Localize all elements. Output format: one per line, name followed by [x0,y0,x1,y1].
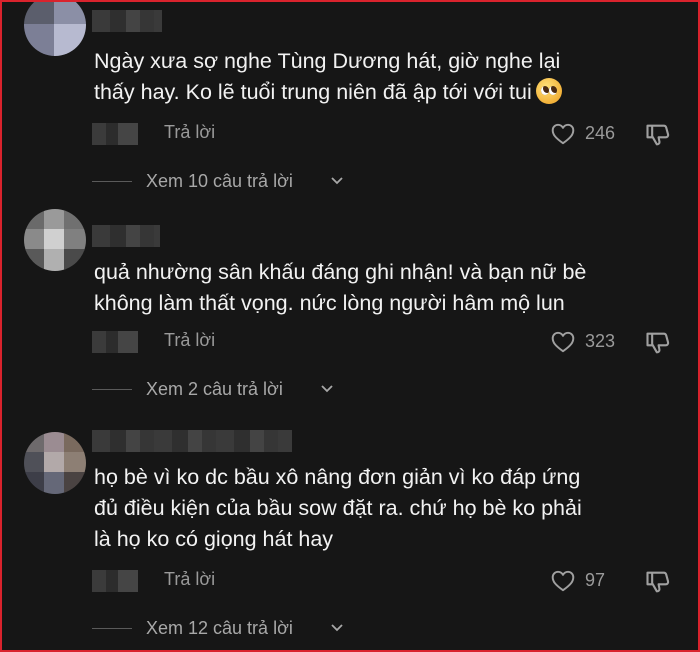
comment-text-line: thấy hay. Ko lẽ tuổi trung niên đã ập tớ… [94,77,664,108]
comment-text-line: là họ ko có giọng hát hay [94,527,334,551]
view-replies-button[interactable]: Xem 2 câu trả lời [92,377,492,403]
comment-text-line: họ bè vì ko dc bầu xô nâng đơn giản vì k… [94,465,581,489]
comment-text-line: quả nhường sân khấu đáng ghi nhận! và bạ… [94,260,587,284]
reply-button[interactable]: Trả lời [164,569,215,590]
view-replies-label: Xem 10 câu trả lời [146,171,293,191]
like-count: 246 [585,123,616,143]
comment-meta: Trả lời 97 [2,566,698,596]
timestamp-blurred [92,570,138,592]
heart-icon[interactable] [550,121,576,147]
comment-text: họ bè vì ko dc bầu xô nâng đơn giản vì k… [94,462,664,555]
like-count: 97 [585,570,606,590]
username-blurred[interactable] [92,10,162,32]
comments-panel: Ngày xưa sợ nghe Tùng Dương hát, giờ ngh… [0,0,700,652]
comment-text: quả nhường sân khấu đáng ghi nhận! và bạ… [94,257,664,319]
comment-meta: Trả lời 246 [2,119,698,149]
thumbs-down-icon[interactable] [644,568,672,596]
like-count: 323 [585,331,616,351]
divider-line [92,628,132,629]
comment-text-line: đủ điều kiện của bầu sow đặt ra. chứ họ … [94,496,582,520]
pleading-face-icon [535,78,562,104]
heart-icon[interactable] [550,329,576,355]
divider-line [92,389,132,390]
thumbs-down-icon[interactable] [644,329,672,357]
view-replies-button[interactable]: Xem 12 câu trả lời [92,616,492,642]
timestamp-blurred [92,123,138,145]
comment-text: Ngày xưa sợ nghe Tùng Dương hát, giờ ngh… [94,46,664,108]
avatar[interactable] [24,432,86,494]
thumbs-down-icon[interactable] [644,121,672,149]
chevron-down-icon [331,177,343,185]
avatar[interactable] [24,209,86,271]
comment-text-line: Ngày xưa sợ nghe Tùng Dương hát, giờ ngh… [94,49,561,73]
view-replies-label: Xem 12 câu trả lời [146,618,293,638]
comment-meta: Trả lời 323 [2,327,698,357]
avatar[interactable] [24,2,86,56]
heart-icon[interactable] [550,568,576,594]
chevron-down-icon [321,385,333,393]
comment-text-line: không làm thất vọng. nức lòng người hâm … [94,291,565,315]
reply-button[interactable]: Trả lời [164,330,215,351]
timestamp-blurred [92,331,138,353]
divider-line [92,181,132,182]
reply-button[interactable]: Trả lời [164,122,215,143]
chevron-down-icon [331,624,343,632]
username-blurred[interactable] [92,430,292,452]
comment-text-line: thấy hay. Ko lẽ tuổi trung niên đã ập tớ… [94,80,532,104]
view-replies-button[interactable]: Xem 10 câu trả lời [92,169,492,195]
view-replies-label: Xem 2 câu trả lời [146,379,283,399]
username-blurred[interactable] [92,225,160,247]
